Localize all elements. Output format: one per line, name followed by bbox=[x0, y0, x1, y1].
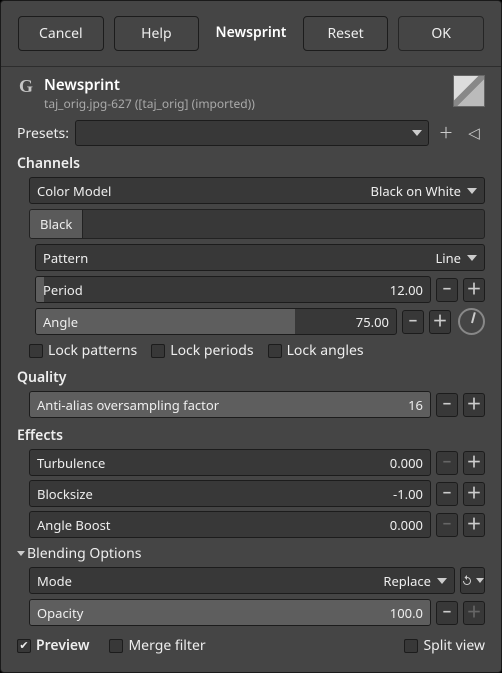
quality-heading: Quality bbox=[17, 368, 485, 387]
opacity-field[interactable]: Opacity 100.0 bbox=[29, 599, 431, 626]
blocksize-label: Blocksize bbox=[37, 485, 393, 503]
angleboost-row: Angle Boost 0.000 − ＋ bbox=[29, 511, 485, 538]
mode-value: Replace bbox=[383, 572, 431, 590]
angleboost-value: 0.000 bbox=[390, 516, 423, 534]
angle-label: Angle bbox=[43, 313, 356, 331]
merge-filter-check[interactable]: Merge filter bbox=[109, 636, 205, 655]
opacity-row: Opacity 100.0 − ＋ bbox=[29, 599, 485, 626]
turbulence-increment[interactable]: ＋ bbox=[463, 451, 485, 475]
mode-menu-button[interactable] bbox=[460, 567, 485, 594]
image-path: taj_orig.jpg-627 ([taj_orig] (imported)) bbox=[44, 95, 444, 112]
reset-icon bbox=[461, 574, 473, 587]
aa-decrement[interactable]: − bbox=[436, 393, 458, 417]
turbulence-label: Turbulence bbox=[37, 454, 390, 472]
presets-combobox[interactable] bbox=[75, 120, 429, 146]
lock-angles-check[interactable]: Lock angles bbox=[268, 341, 364, 360]
color-model-select[interactable]: Color Model Black on White bbox=[29, 177, 485, 204]
blending-expander[interactable]: Blending Options bbox=[17, 544, 485, 563]
header: G Newsprint taj_orig.jpg-627 ([taj_orig]… bbox=[17, 75, 485, 112]
lock-patterns-check[interactable]: Lock patterns bbox=[29, 341, 137, 360]
presets-label: Presets: bbox=[17, 124, 69, 143]
period-row: Period 12.00 − ＋ bbox=[35, 276, 485, 303]
chevron-down-icon bbox=[412, 130, 422, 136]
turbulence-field[interactable]: Turbulence 0.000 bbox=[29, 449, 431, 476]
angleboost-decrement: − bbox=[436, 513, 458, 537]
period-field[interactable]: Period 12.00 bbox=[35, 276, 431, 303]
chevron-down-icon bbox=[437, 578, 447, 584]
angle-field[interactable]: Angle 75.00 bbox=[35, 308, 397, 335]
ok-button[interactable]: OK bbox=[398, 16, 484, 51]
blocksize-row: Blocksize -1.00 − ＋ bbox=[29, 480, 485, 507]
mode-select[interactable]: Mode Replace bbox=[29, 567, 455, 594]
channels-group: Color Model Black on White Black Pattern… bbox=[29, 177, 485, 360]
angleboost-field[interactable]: Angle Boost 0.000 bbox=[29, 511, 431, 538]
aa-value: 16 bbox=[408, 396, 423, 414]
channels-heading: Channels bbox=[17, 154, 485, 173]
opacity-decrement[interactable]: − bbox=[436, 601, 458, 625]
preview-check[interactable]: Preview bbox=[17, 636, 89, 655]
period-decrement[interactable]: − bbox=[436, 278, 458, 302]
filter-title: Newsprint bbox=[44, 75, 444, 95]
mode-label: Mode bbox=[37, 572, 383, 590]
turbulence-value: 0.000 bbox=[390, 454, 423, 472]
action-button-row: Cancel Help Newsprint Reset OK bbox=[1, 1, 501, 67]
angle-value: 75.00 bbox=[356, 313, 389, 331]
opacity-increment: ＋ bbox=[463, 601, 485, 625]
pattern-value: Line bbox=[435, 249, 461, 267]
blocksize-value: -1.00 bbox=[393, 485, 423, 503]
effects-group: Turbulence 0.000 − ＋ Blocksize -1.00 − ＋… bbox=[29, 449, 485, 538]
channel-tabs: Black bbox=[29, 209, 485, 239]
gimp-logo-icon: G bbox=[17, 77, 35, 95]
effects-heading: Effects bbox=[17, 426, 485, 445]
help-button[interactable]: Help bbox=[114, 16, 200, 51]
color-model-value: Black on White bbox=[371, 182, 461, 200]
angle-dial[interactable] bbox=[458, 308, 485, 335]
mode-row: Mode Replace bbox=[29, 567, 485, 594]
period-label: Period bbox=[43, 281, 390, 299]
period-increment[interactable]: ＋ bbox=[463, 278, 485, 302]
pattern-select[interactable]: Pattern Line bbox=[35, 244, 485, 271]
split-view-check[interactable]: Split view bbox=[404, 636, 485, 655]
reset-button[interactable]: Reset bbox=[303, 16, 389, 51]
preset-manage-button[interactable]: ◁ bbox=[463, 122, 485, 144]
lock-periods-check[interactable]: Lock periods bbox=[151, 341, 253, 360]
footer-checks: Preview Merge filter Split view bbox=[17, 636, 485, 655]
chevron-down-icon bbox=[476, 578, 484, 583]
blending-label: Blending Options bbox=[27, 544, 141, 563]
angle-row: Angle 75.00 − ＋ bbox=[35, 308, 485, 335]
chevron-down-icon bbox=[467, 188, 477, 194]
aa-row: Anti-alias oversampling factor 16 − ＋ bbox=[29, 391, 485, 418]
image-thumbnail[interactable] bbox=[453, 75, 485, 107]
angle-decrement[interactable]: − bbox=[402, 310, 424, 334]
aa-field[interactable]: Anti-alias oversampling factor 16 bbox=[29, 391, 431, 418]
channel-tab-black[interactable]: Black bbox=[30, 210, 83, 238]
period-value: 12.00 bbox=[390, 281, 423, 299]
blocksize-increment[interactable]: ＋ bbox=[463, 482, 485, 506]
presets-row: Presets: ＋ ◁ bbox=[17, 120, 485, 146]
cancel-button[interactable]: Cancel bbox=[18, 16, 104, 51]
preset-add-button[interactable]: ＋ bbox=[435, 122, 457, 144]
opacity-label: Opacity bbox=[37, 604, 390, 622]
lock-checks-row: Lock patterns Lock periods Lock angles bbox=[29, 341, 485, 360]
chevron-down-icon bbox=[17, 551, 25, 556]
turbulence-decrement: − bbox=[436, 451, 458, 475]
angle-increment[interactable]: ＋ bbox=[429, 310, 451, 334]
blocksize-decrement[interactable]: − bbox=[436, 482, 458, 506]
angleboost-label: Angle Boost bbox=[37, 516, 390, 534]
opacity-value: 100.0 bbox=[390, 604, 423, 622]
dialog-content: G Newsprint taj_orig.jpg-627 ([taj_orig]… bbox=[1, 67, 501, 672]
dialog-window: Cancel Help Newsprint Reset OK G Newspri… bbox=[0, 0, 502, 673]
breadcrumb-current: Newsprint bbox=[209, 16, 293, 51]
blending-group: Mode Replace Opacity 100.0 − ＋ bbox=[29, 567, 485, 626]
aa-label: Anti-alias oversampling factor bbox=[37, 396, 408, 414]
blocksize-field[interactable]: Blocksize -1.00 bbox=[29, 480, 431, 507]
angleboost-increment[interactable]: ＋ bbox=[463, 513, 485, 537]
pattern-label: Pattern bbox=[43, 249, 435, 267]
header-text: Newsprint taj_orig.jpg-627 ([taj_orig] (… bbox=[44, 75, 444, 112]
chevron-down-icon bbox=[467, 255, 477, 261]
aa-increment[interactable]: ＋ bbox=[463, 393, 485, 417]
channel-panel: Pattern Line Period 12.00 − ＋ bbox=[35, 244, 485, 335]
turbulence-row: Turbulence 0.000 − ＋ bbox=[29, 449, 485, 476]
color-model-label: Color Model bbox=[37, 182, 371, 200]
